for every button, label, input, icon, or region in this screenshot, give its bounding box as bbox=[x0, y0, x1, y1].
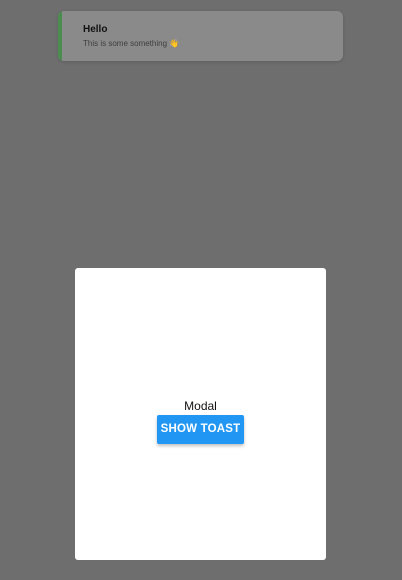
show-toast-button[interactable]: SHOW TOAST bbox=[157, 414, 244, 444]
modal-text: Modal bbox=[184, 398, 217, 413]
toast-accent-bar bbox=[58, 11, 62, 61]
screen: Hello This is some something 👋 Modal SHO… bbox=[0, 0, 402, 580]
toast-notification[interactable]: Hello This is some something 👋 bbox=[58, 11, 343, 61]
toast-title: Hello bbox=[83, 24, 108, 35]
toast-message: This is some something 👋 bbox=[83, 39, 180, 48]
modal-dialog: Modal SHOW TOAST bbox=[75, 268, 326, 560]
